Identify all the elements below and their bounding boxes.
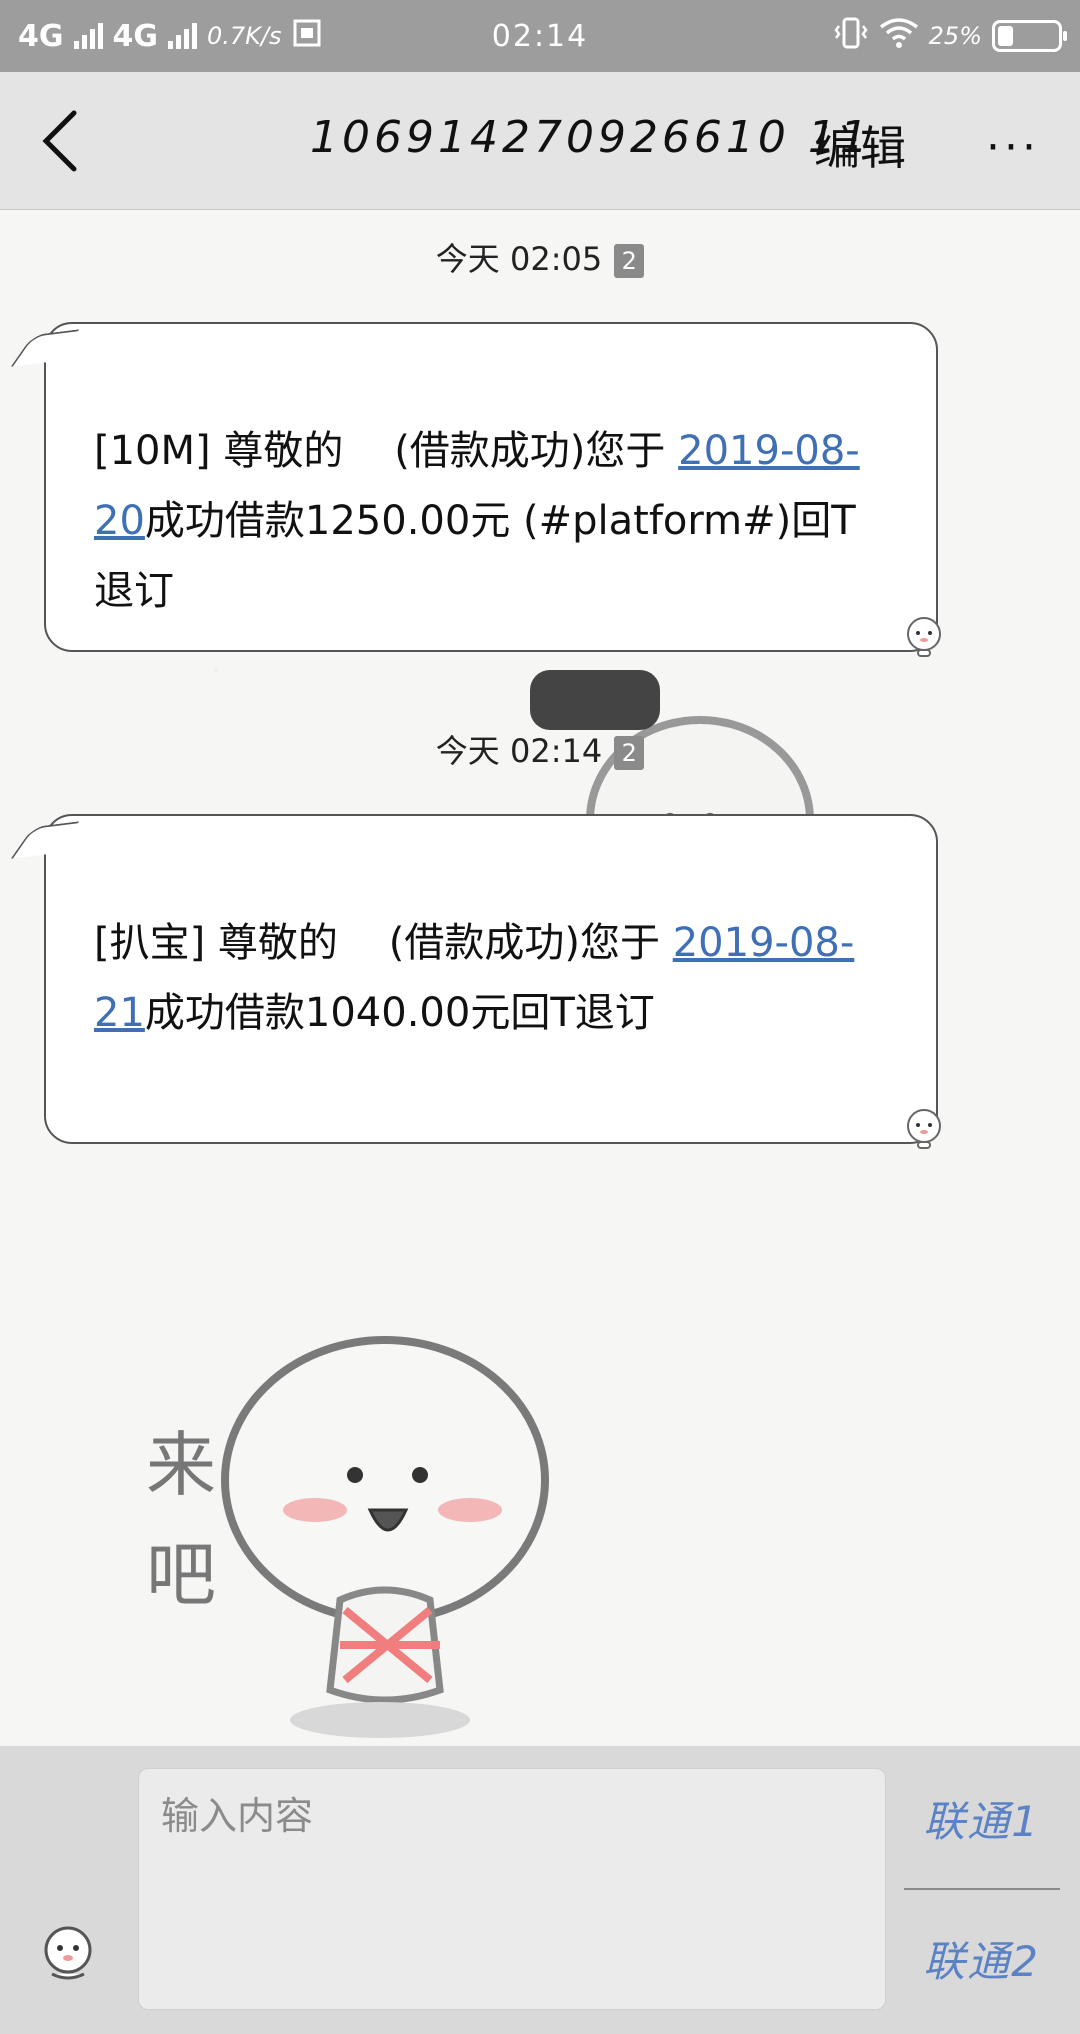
screenshot-icon xyxy=(292,18,322,55)
message-list[interactable]: 来吧 今天 02:05 2 [10M] 尊敬的 (借款成功)您于 2019-08-… xyxy=(0,210,1080,1746)
wifi-icon xyxy=(879,17,919,56)
send-divider xyxy=(904,1888,1060,1890)
message-bubble[interactable]: [扒宝] 尊敬的 (借款成功)您于 2019-08-21成功借款1040.00元… xyxy=(44,814,941,1149)
message-timestamp: 今天 02:05 2 xyxy=(0,234,1080,280)
signal-icon xyxy=(73,23,103,49)
sticker-caption: 来吧 xyxy=(146,1424,216,1616)
battery-icon xyxy=(992,20,1067,52)
timestamp-text: 今天 02:05 xyxy=(435,240,603,278)
redacted-name xyxy=(343,428,394,474)
message-text-end: 成功借款1250.00元 (#platform#)回T退订 xyxy=(94,498,856,614)
contact-avatar-icon xyxy=(907,1109,941,1149)
sim-badge: 2 xyxy=(614,736,645,770)
battery-fill xyxy=(998,26,1013,46)
signal-icon xyxy=(168,23,197,49)
message-text-start: [10M] 尊敬的 xyxy=(94,428,344,474)
redacted-name xyxy=(338,920,389,966)
timestamp-text: 今天 02:14 xyxy=(435,732,603,770)
message-input[interactable] xyxy=(138,1768,886,2010)
chevron-left-icon xyxy=(42,110,77,171)
send-sim1-button[interactable]: 联通1 xyxy=(923,1788,1040,1849)
status-left: 4G 4G 0.7K/s xyxy=(18,18,322,55)
network-type-1: 4G xyxy=(18,18,64,54)
message-text-mid: (借款成功)您于 xyxy=(394,428,666,474)
conversation-title: 106914270926610 11 xyxy=(310,112,872,163)
back-button[interactable] xyxy=(0,72,120,210)
network-speed: 0.7K/s xyxy=(207,22,282,50)
more-options-button[interactable]: ··· xyxy=(986,122,1040,173)
message-text-end: 成功借款1040.00元回T退订 xyxy=(144,990,655,1036)
battery-percent: 25% xyxy=(928,22,982,50)
status-right: 25% xyxy=(833,16,1067,57)
message-timestamp: 今天 02:14 2 xyxy=(0,726,1080,772)
compose-bar: 联通1 联通2 xyxy=(0,1746,1080,2034)
sticker-face-icon xyxy=(44,1926,92,1980)
message-text-start: [扒宝] 尊敬的 xyxy=(94,920,338,966)
status-bar: 4G 4G 0.7K/s 02:14 25% xyxy=(0,0,1080,72)
send-sim2-button[interactable]: 联通2 xyxy=(923,1928,1040,1989)
conversation-header: 106914270926610 11 编辑 ··· xyxy=(0,72,1080,210)
contact-avatar-icon xyxy=(907,617,941,657)
emoji-button[interactable] xyxy=(38,1924,98,1988)
sim-badge: 2 xyxy=(614,244,645,278)
vibrate-icon xyxy=(833,16,869,57)
edit-button[interactable]: 编辑 xyxy=(814,112,906,178)
network-type-2: 4G xyxy=(112,18,159,54)
message-bubble[interactable]: [10M] 尊敬的 (借款成功)您于 2019-08-20成功借款1250.00… xyxy=(44,322,941,657)
message-text-mid: (借款成功)您于 xyxy=(388,920,661,966)
